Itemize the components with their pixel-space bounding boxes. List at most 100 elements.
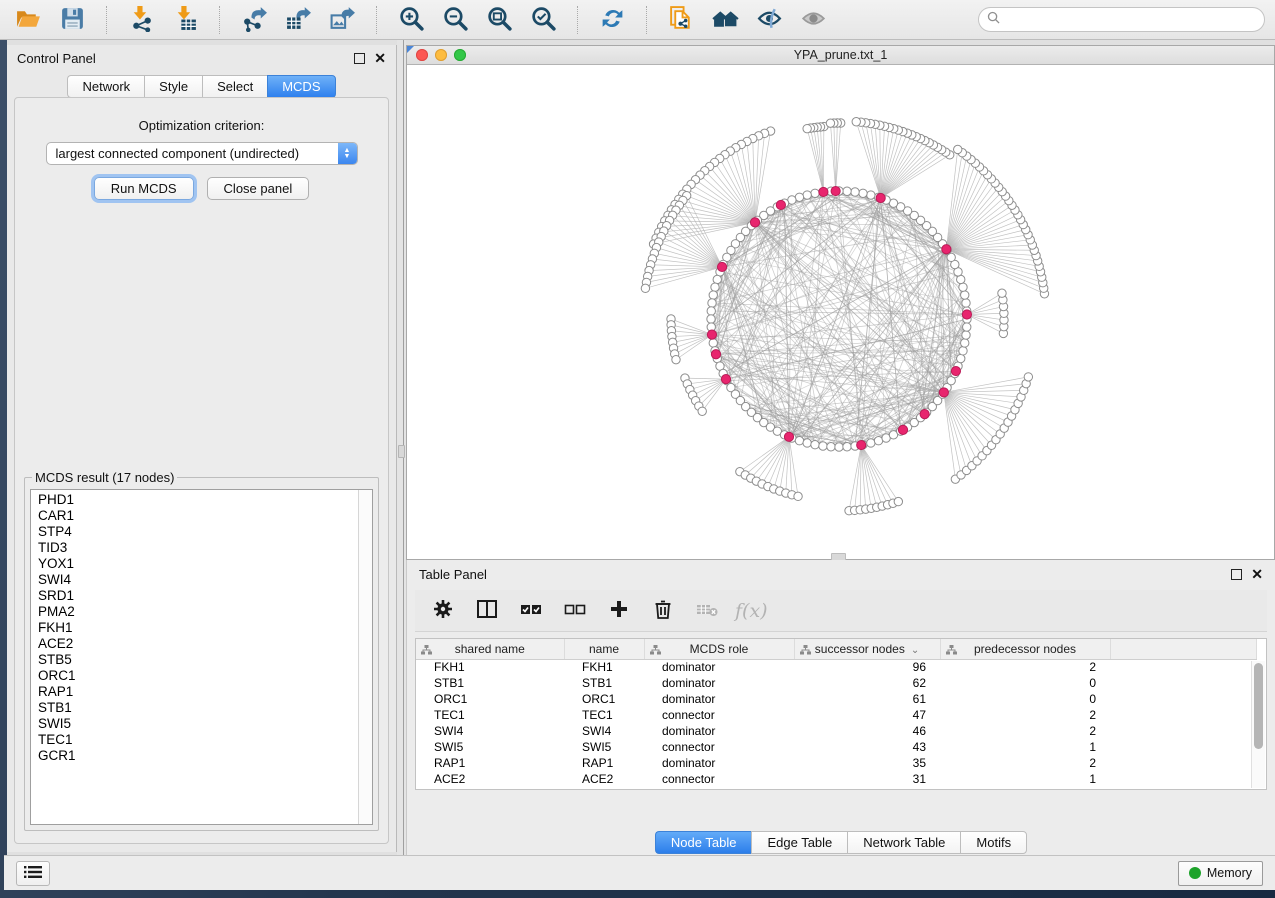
deselect-all-button[interactable]	[559, 595, 591, 627]
network-node[interactable]	[803, 439, 811, 447]
network-node[interactable]	[957, 354, 965, 362]
mcds-result-item[interactable]: ACE2	[38, 636, 357, 652]
network-node[interactable]	[894, 497, 902, 505]
network-node[interactable]	[963, 323, 971, 331]
table-row[interactable]: STB1STB1dominator620	[416, 675, 1256, 691]
table-cell[interactable]: SWI5	[564, 739, 644, 755]
table-cell[interactable]: 0	[940, 691, 1110, 707]
network-hub-node[interactable]	[857, 440, 866, 449]
table-cell[interactable]: RAP1	[416, 755, 564, 771]
network-node[interactable]	[672, 355, 680, 363]
mcds-result-item[interactable]: STB1	[38, 700, 357, 716]
network-node[interactable]	[867, 191, 875, 199]
network-hub-node[interactable]	[831, 186, 840, 195]
table-cell[interactable]: SWI4	[416, 723, 564, 739]
table-cell[interactable]: dominator	[644, 659, 794, 675]
float-panel-icon[interactable]	[354, 53, 365, 64]
columns-button[interactable]	[471, 595, 503, 627]
table-cell[interactable]: TEC1	[416, 707, 564, 723]
table-row[interactable]: SWI4SWI4dominator462	[416, 723, 1256, 739]
tab-node-table[interactable]: Node Table	[655, 831, 752, 854]
network-node[interactable]	[707, 307, 715, 315]
optimization-select[interactable]: largest connected component (undirected)…	[46, 142, 358, 165]
network-hub-node[interactable]	[920, 410, 929, 419]
table-cell[interactable]	[1110, 739, 1256, 755]
network-node[interactable]	[961, 291, 969, 299]
network-node[interactable]	[803, 124, 811, 132]
mcds-result-item[interactable]: RAP1	[38, 684, 357, 700]
network-node[interactable]	[826, 119, 834, 127]
table-cell[interactable]	[1110, 723, 1256, 739]
table-cell[interactable]	[1110, 755, 1256, 771]
zoom-fit-button[interactable]	[481, 4, 517, 36]
network-node[interactable]	[962, 299, 970, 307]
close-panel-button[interactable]: Close panel	[207, 177, 310, 200]
column-header-name[interactable]: name	[564, 639, 644, 659]
table-cell[interactable]: 2	[940, 723, 1110, 739]
table-cell[interactable]: SWI4	[564, 723, 644, 739]
table-cell[interactable]: 2	[940, 707, 1110, 723]
tab-select[interactable]: Select	[202, 75, 267, 98]
table-row[interactable]: RAP1RAP1dominator352	[416, 755, 1256, 771]
mcds-result-item[interactable]: GCR1	[38, 748, 357, 764]
network-node[interactable]	[852, 118, 860, 126]
splitter-grip[interactable]	[398, 445, 405, 458]
table-cell[interactable]: 43	[794, 739, 940, 755]
tab-edge-table[interactable]: Edge Table	[751, 831, 847, 854]
table-cell[interactable]: 47	[794, 707, 940, 723]
table-row[interactable]: YOX1YOX1connector291	[416, 787, 1256, 790]
network-node[interactable]	[961, 339, 969, 347]
network-hub-node[interactable]	[819, 187, 828, 196]
table-cell[interactable]	[1110, 691, 1256, 707]
export-table-button[interactable]	[280, 4, 316, 36]
network-titlebar[interactable]: YPA_prune.txt_1	[407, 46, 1274, 65]
table-cell[interactable]: TEC1	[564, 707, 644, 723]
run-mcds-button[interactable]: Run MCDS	[94, 177, 194, 200]
network-hub-node[interactable]	[942, 245, 951, 254]
network-node[interactable]	[851, 188, 859, 196]
mcds-result-item[interactable]: TEC1	[38, 732, 357, 748]
network-node[interactable]	[959, 283, 967, 291]
network-hub-node[interactable]	[750, 218, 759, 227]
network-node[interactable]	[795, 437, 803, 445]
network-node[interactable]	[835, 443, 843, 451]
table-cell[interactable]: 1	[940, 771, 1110, 787]
mcds-result-item[interactable]: STP4	[38, 524, 357, 540]
column-header-predecessor-nodes[interactable]: predecessor nodes	[940, 639, 1110, 659]
table-cell[interactable]: ACE2	[416, 771, 564, 787]
search-box[interactable]	[978, 7, 1265, 32]
mcds-result-item[interactable]: STB5	[38, 652, 357, 668]
function-icon[interactable]: f(x)	[735, 600, 768, 622]
network-node[interactable]	[803, 191, 811, 199]
network-hub-node[interactable]	[784, 432, 793, 441]
column-header-shared-name[interactable]: shared name	[416, 639, 564, 659]
close-panel-icon[interactable]: ✕	[1251, 569, 1263, 580]
table-cell[interactable]: 1	[940, 739, 1110, 755]
network-node[interactable]	[794, 492, 802, 500]
table-cell[interactable]	[1110, 787, 1256, 790]
mcds-result-item[interactable]: ORC1	[38, 668, 357, 684]
export-image-button[interactable]	[324, 4, 360, 36]
network-hub-node[interactable]	[776, 200, 785, 209]
table-cell[interactable]	[1110, 675, 1256, 691]
network-node[interactable]	[954, 145, 962, 153]
table-cell[interactable]: 1	[940, 787, 1110, 790]
scrollbar-thumb[interactable]	[1254, 663, 1263, 749]
hide-button[interactable]	[751, 4, 787, 36]
table-cell[interactable]: YOX1	[564, 787, 644, 790]
table-row[interactable]: ACE2ACE2connector311	[416, 771, 1256, 787]
table-cell[interactable]: dominator	[644, 675, 794, 691]
mcds-result-item[interactable]: SRD1	[38, 588, 357, 604]
table-row[interactable]: SWI5SWI5connector431	[416, 739, 1256, 755]
tab-mcds[interactable]: MCDS	[267, 75, 335, 98]
mcds-result-item[interactable]: SWI5	[38, 716, 357, 732]
search-input[interactable]	[1005, 13, 1256, 27]
select-all-button[interactable]	[515, 595, 547, 627]
table-cell[interactable]: 31	[794, 771, 940, 787]
network-node[interactable]	[843, 443, 851, 451]
table-cell[interactable]: 61	[794, 691, 940, 707]
table-cell[interactable]	[1110, 659, 1256, 675]
table-cell[interactable]: connector	[644, 771, 794, 787]
network-node[interactable]	[959, 347, 967, 355]
show-button[interactable]	[795, 4, 831, 36]
